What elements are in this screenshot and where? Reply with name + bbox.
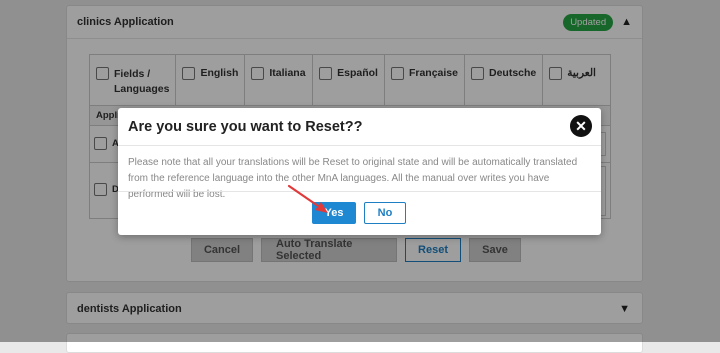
dialog-message: Please note that all your translations w… [128,157,578,200]
dialog-title: Are you sure you want to Reset?? [128,119,363,135]
dialog-divider [118,191,601,192]
no-button[interactable]: No [364,202,406,224]
dialog-divider [118,145,601,146]
close-circle-icon[interactable]: ✕ [570,115,592,137]
yes-button[interactable]: Yes [312,202,356,224]
reset-confirm-dialog: Are you sure you want to Reset?? ✕ Pleas… [118,108,601,235]
